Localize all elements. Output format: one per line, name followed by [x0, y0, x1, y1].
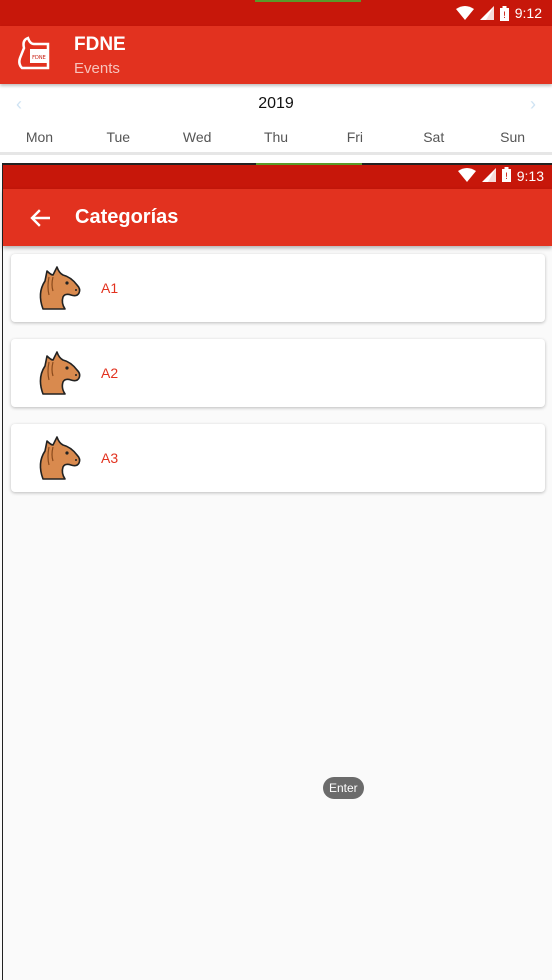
weekday-row: Mon Tue Wed Thu Fri Sat Sun — [0, 124, 552, 150]
calendar-year: 2019 — [258, 95, 294, 112]
category-item-a2[interactable]: A2 — [11, 339, 545, 407]
weekday-label: Mon — [25, 129, 54, 145]
device-screen: ! 9:12 FDNE FDNE Events ‹ 2019 › Mon Tue… — [0, 0, 552, 980]
status-bar: ! 9:12 — [0, 0, 552, 26]
category-label: A2 — [101, 365, 119, 381]
back-arrow-icon[interactable] — [15, 208, 65, 227]
category-item-a1[interactable]: A1 — [11, 254, 545, 322]
weekday-label: Sat — [423, 129, 445, 145]
app-subtitle: Events — [74, 59, 120, 77]
horse-head-icon — [29, 433, 85, 483]
status-time: 9:12 — [514, 5, 542, 21]
wifi-icon — [455, 6, 474, 20]
status-bar: ! 9:13 — [3, 163, 552, 189]
signal-icon — [479, 6, 494, 20]
fdne-logo: FDNE — [14, 34, 56, 76]
chevron-left-icon[interactable]: ‹ — [16, 94, 22, 115]
svg-text:!: ! — [504, 172, 508, 182]
weekday-label: Tue — [106, 129, 131, 145]
category-item-a3[interactable]: A3 — [11, 424, 545, 492]
app-title: FDNE — [74, 33, 126, 55]
enter-toast: Enter — [323, 777, 364, 799]
battery-icon: ! — [499, 5, 509, 21]
svg-text:FDNE: FDNE — [32, 55, 46, 61]
category-list: A1 A2 A3 — [3, 246, 552, 492]
weekday-label: Wed — [182, 129, 212, 145]
calendar-header: ‹ 2019 › — [0, 84, 552, 124]
category-label: A1 — [101, 280, 119, 296]
horse-head-icon — [29, 263, 85, 313]
status-time: 9:13 — [516, 168, 544, 184]
top-indicator — [255, 0, 361, 2]
wifi-icon — [457, 167, 476, 185]
svg-text:!: ! — [502, 11, 506, 21]
calendar-divider — [0, 152, 552, 155]
category-label: A3 — [101, 450, 119, 466]
categories-screen: ! 9:13 Categorías A1 A2 A3 Enter — [2, 163, 552, 980]
weekday-label: Fri — [346, 129, 364, 145]
weekday-label: Sun — [500, 129, 526, 145]
top-indicator — [256, 163, 362, 165]
weekday-label: Thu — [263, 129, 289, 145]
categories-app-bar: Categorías — [3, 189, 552, 246]
battery-icon: ! — [501, 167, 511, 185]
events-screen: ! 9:12 FDNE FDNE Events ‹ 2019 › Mon Tue… — [0, 0, 552, 165]
horse-head-icon — [29, 348, 85, 398]
chevron-right-icon[interactable]: › — [530, 94, 536, 115]
page-title: Categorías — [75, 206, 179, 228]
events-app-bar: FDNE FDNE Events — [0, 26, 552, 84]
signal-icon — [481, 167, 496, 185]
